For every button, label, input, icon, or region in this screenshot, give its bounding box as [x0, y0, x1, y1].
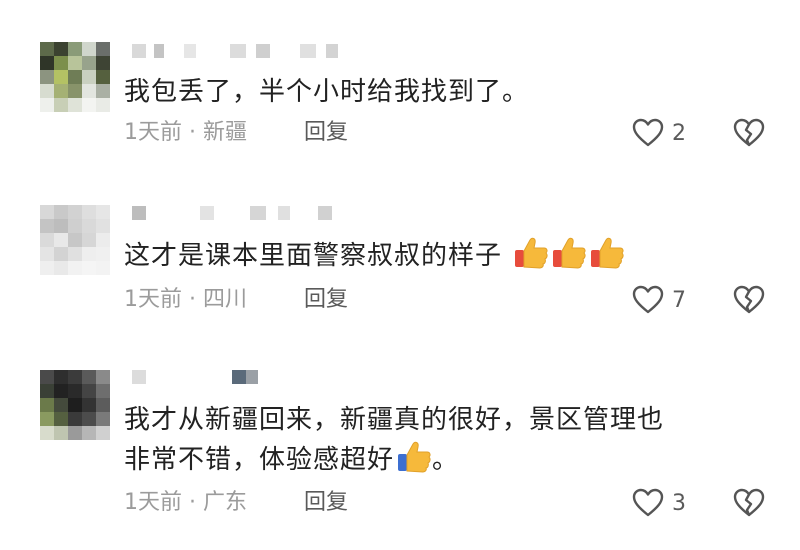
like-button[interactable]: 2 [632, 118, 686, 148]
dislike-button[interactable] [733, 488, 765, 522]
reply-button[interactable]: 回复 [304, 118, 348, 148]
comment-text: 我包丢了，半个小时给我找到了。 [124, 72, 760, 112]
like-count: 3 [672, 490, 686, 516]
comment-meta: 1天前 · 新疆 [124, 120, 247, 145]
comment-text-suffix: 。 [432, 445, 460, 475]
broken-heart-icon [733, 285, 765, 314]
heart-outline-icon [632, 118, 664, 147]
thumbs-up-emoji [553, 237, 586, 269]
comment-meta: 1天前 · 广东 [124, 490, 247, 515]
dislike-button[interactable] [733, 118, 765, 152]
heart-outline-icon [632, 488, 664, 517]
comment-meta: 1天前 · 四川 [124, 287, 247, 312]
like-count: 7 [672, 287, 686, 313]
thumbs-up-emoji [591, 237, 624, 269]
comment-text-line: 我包丢了，半个小时给我找到了。 [124, 77, 530, 107]
like-button[interactable]: 3 [632, 488, 686, 518]
avatar[interactable] [40, 42, 110, 112]
broken-heart-icon [733, 488, 765, 517]
comment-text: 我才从新疆回来，新疆真的很好，景区管理也 非常不错，体验感超好 。 [124, 400, 760, 480]
heart-outline-icon [632, 285, 664, 314]
like-button[interactable]: 7 [632, 285, 686, 315]
comment-text-line: 我才从新疆回来，新疆真的很好，景区管理也 [124, 405, 665, 435]
avatar[interactable] [40, 370, 110, 440]
comment-text: 这才是课本里面警察叔叔的样子 [124, 236, 760, 276]
username-blurred[interactable] [132, 206, 332, 220]
comment-text-line: 这才是课本里面警察叔叔的样子 [124, 241, 503, 271]
broken-heart-icon [733, 118, 765, 147]
username-blurred[interactable] [132, 44, 338, 58]
thumbs-up-emoji-group [511, 237, 625, 271]
comment-text-line: 非常不错，体验感超好 [124, 445, 395, 475]
reply-button[interactable]: 回复 [304, 488, 348, 518]
username-blurred[interactable] [132, 370, 258, 384]
thumbs-up-emoji [398, 441, 431, 473]
thumbs-up-emoji [515, 237, 548, 269]
avatar[interactable] [40, 205, 110, 275]
reply-button[interactable]: 回复 [304, 285, 348, 315]
dislike-button[interactable] [733, 285, 765, 319]
like-count: 2 [672, 120, 686, 146]
